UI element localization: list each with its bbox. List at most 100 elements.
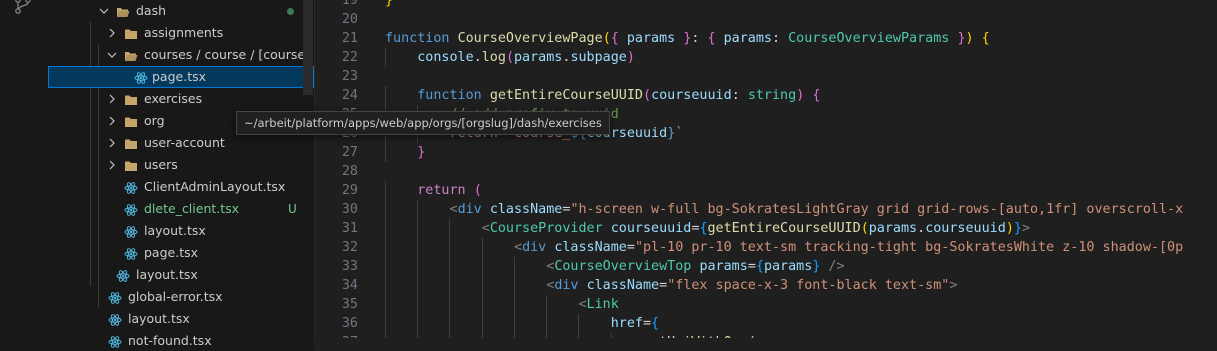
tree-item-label: dlete_client.tsx <box>144 201 240 216</box>
code-line[interactable]: 20 <box>315 10 1217 29</box>
tree-folder[interactable]: user-account <box>48 132 314 154</box>
code-editor[interactable]: 19} 20 21 function CourseOverviewPage({ par… <box>314 0 1217 351</box>
line-number: 35 <box>341 297 358 312</box>
tree-folder[interactable]: assignments <box>48 22 314 44</box>
line-number: 20 <box>341 12 358 27</box>
code-line[interactable]: 29 return ( <box>315 181 1217 200</box>
code-token: . <box>917 221 926 236</box>
code-token: ( <box>860 221 869 236</box>
tree-item-label: courses / course / [courseu… <box>144 47 314 62</box>
chevron-right-icon[interactable] <box>106 132 118 154</box>
path-tooltip: ~/arbeit/platform/apps/web/app/orgs/[org… <box>236 111 610 135</box>
line-number: 30 <box>341 202 358 217</box>
tree-item-label: page.tsx <box>144 245 199 260</box>
code-token: } <box>1013 221 1022 236</box>
tree-item-label: layout.tsx <box>136 267 198 282</box>
tree-file[interactable]: layout.tsx <box>48 264 314 286</box>
code-token: subpage <box>570 50 627 65</box>
code-line[interactable]: 30 <div className="h-screen w-full bg-So… <box>315 200 1217 219</box>
tree-file[interactable]: not-found.tsx <box>48 330 314 351</box>
tree-folder[interactable]: dash <box>48 0 314 22</box>
code-token: log <box>481 50 506 65</box>
tree-file[interactable]: layout.tsx <box>48 220 314 242</box>
react-icon <box>116 268 130 282</box>
code-line[interactable]: 22 console.log(params.subpage) <box>315 48 1217 67</box>
tree-file[interactable]: ClientAdminLayout.tsx <box>48 176 314 198</box>
react-icon <box>134 70 148 84</box>
code-line[interactable]: 23 <box>315 67 1217 86</box>
tree-item-label: layout.tsx <box>144 223 206 238</box>
line-number: 28 <box>341 164 358 179</box>
code-token: params <box>514 50 563 65</box>
react-icon <box>124 246 138 260</box>
code-token: = <box>747 259 756 274</box>
chevron-right-icon[interactable] <box>106 154 118 176</box>
code-line[interactable]: 28 <box>315 162 1217 181</box>
code-token: div <box>457 202 482 217</box>
code-token: console <box>417 50 474 65</box>
react-icon <box>124 180 138 194</box>
code-token: } <box>417 145 426 160</box>
code-token: href <box>610 316 643 331</box>
line-number: 33 <box>341 259 358 274</box>
line-number: 29 <box>341 183 358 198</box>
code-token: params <box>699 259 748 274</box>
react-icon <box>108 290 122 304</box>
source-control-icon[interactable] <box>12 0 34 16</box>
chevron-down-icon[interactable] <box>106 44 118 66</box>
code-token: < <box>578 297 587 312</box>
code-line[interactable]: 21 function CourseOverviewPage({ params }… <box>315 29 1217 48</box>
code-text: return ( <box>385 181 482 200</box>
code-text: console.log(params.subpage) <box>385 48 635 67</box>
tree-folder[interactable]: exercises <box>48 88 314 110</box>
code-token: function <box>417 88 482 103</box>
tree-folder[interactable]: users <box>48 154 314 176</box>
tree-item-label: not-found.tsx <box>128 333 212 348</box>
tree-file[interactable]: dlete_client.tsx U <box>48 198 314 220</box>
folder-icon <box>124 158 138 172</box>
folder-icon <box>124 136 138 150</box>
code-token: params <box>763 259 813 274</box>
tree-file[interactable]: page.tsx <box>48 242 314 264</box>
code-token: { <box>812 88 821 103</box>
chevron-right-icon[interactable] <box>106 110 118 132</box>
chevron-down-icon[interactable] <box>98 0 110 22</box>
tree-folder[interactable]: courses / course / [courseu… <box>48 44 314 66</box>
tree-item-label: exercises <box>144 91 203 106</box>
code-line[interactable]: 36 href={ <box>315 314 1217 333</box>
code-token: = <box>626 240 635 255</box>
code-token: ) <box>965 31 974 46</box>
editor-horizontal-scrollbar[interactable] <box>314 338 1217 351</box>
code-line[interactable]: 27 } <box>315 143 1217 162</box>
tree-file[interactable]: global-error.tsx <box>48 286 314 308</box>
code-token: < <box>449 202 458 217</box>
code-line[interactable]: 32 <div className="pl-10 pr-10 text-sm t… <box>315 238 1217 257</box>
tree-file[interactable]: layout.tsx <box>48 308 314 330</box>
explorer-panel: dash assignments courses / course / [cours… <box>48 0 314 351</box>
code-line[interactable]: 31 <CourseProvider courseuuid={getEntire… <box>315 219 1217 238</box>
code-line[interactable]: 24 function getEntireCourseUUID(courseuu… <box>315 86 1217 105</box>
code-token: "pl-10 pr-10 text-sm tracking-tight bg-S… <box>634 240 1184 255</box>
chevron-right-icon[interactable] <box>106 88 118 110</box>
tree-file[interactable]: page.tsx <box>48 66 314 88</box>
code-line[interactable]: 33 <CourseOverviewTop params={params} /> <box>315 257 1217 276</box>
code-text: } <box>385 0 393 10</box>
explorer-scrollbar[interactable] <box>303 0 313 95</box>
tree-item-label: org <box>144 113 165 128</box>
code-line[interactable]: 35 <Link <box>315 295 1217 314</box>
code-line[interactable]: 19} <box>315 0 1217 10</box>
code-text: function CourseOverviewPage({ params }: … <box>385 29 990 48</box>
code-token: ) <box>626 50 635 65</box>
code-text: <div className="pl-10 pr-10 text-sm trac… <box>385 238 1183 257</box>
code-line[interactable]: 34 <div className="flex space-x-3 font-b… <box>315 276 1217 295</box>
tree-item-label: assignments <box>144 25 224 40</box>
folder-open-icon <box>124 48 138 62</box>
chevron-right-icon[interactable] <box>106 22 118 44</box>
